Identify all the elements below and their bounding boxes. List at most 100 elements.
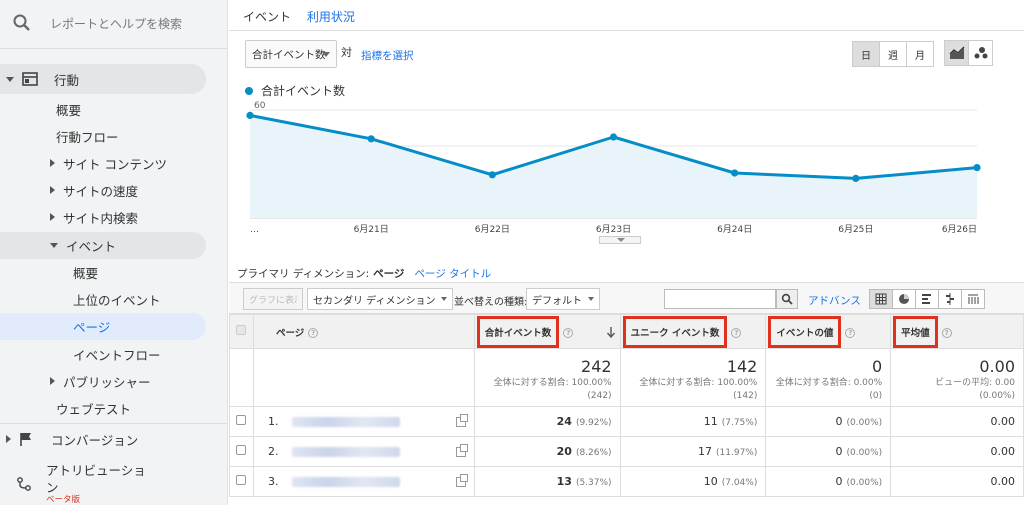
- total-abs: (142): [733, 391, 758, 401]
- motion-chart-button[interactable]: [968, 40, 993, 66]
- total-abs: (0.00%): [979, 391, 1015, 401]
- open-page-icon[interactable]: [455, 444, 468, 457]
- column-header-label: ユニーク イベント数: [630, 327, 720, 339]
- metric-select[interactable]: 合計イベント数: [245, 40, 337, 68]
- line-chart-button[interactable]: [944, 40, 969, 66]
- cell-percent: (8.26%): [575, 448, 612, 458]
- page-cell[interactable]: 3.: [252, 466, 475, 497]
- column-header-total-events[interactable]: 合計イベント数?: [473, 314, 621, 349]
- tab-usage[interactable]: 利用状況: [307, 10, 355, 24]
- row-checkbox[interactable]: [236, 475, 247, 485]
- sidebar-item-label: コンバージョン: [51, 432, 139, 448]
- metric-select-value: 合計イベント数: [252, 48, 326, 61]
- open-page-icon[interactable]: [455, 414, 468, 427]
- sidebar-item-top-events[interactable]: 上位のイベント: [0, 286, 161, 312]
- dimension-page-title-link[interactable]: ページ タイトル: [414, 266, 491, 281]
- table-row: 3. 13 (5.37%) 10 (7.04%) 0 (0.00%) 0.00: [229, 466, 1024, 497]
- line-chart-icon: [949, 46, 964, 59]
- sidebar-item-events-overview[interactable]: 概要: [0, 259, 98, 285]
- bubble-chart-icon: [974, 47, 987, 59]
- page-cell[interactable]: 1.: [252, 406, 475, 437]
- row-checkbox[interactable]: [236, 415, 247, 425]
- period-week-button[interactable]: 週: [879, 41, 907, 67]
- comparison-view-button[interactable]: [938, 289, 962, 309]
- expand-icon: [50, 213, 55, 221]
- help-icon[interactable]: ?: [845, 328, 856, 338]
- search-bar[interactable]: レポートとヘルプを検索: [0, 0, 227, 46]
- column-header-label: 合計イベント数: [484, 327, 552, 339]
- expand-icon: [6, 435, 11, 443]
- help-icon[interactable]: ?: [563, 328, 574, 338]
- row-checkbox-cell: [229, 466, 254, 497]
- unique-events-cell: 10 (7.04%): [619, 466, 767, 497]
- x-tick-label: 6月25日: [838, 224, 873, 235]
- plot-rows-button[interactable]: グラフに表示: [243, 288, 303, 310]
- pivot-view-button[interactable]: [961, 289, 985, 309]
- x-tick-label: …: [250, 225, 259, 235]
- collapse-icon: [6, 76, 14, 82]
- help-icon[interactable]: ?: [308, 328, 319, 338]
- sidebar-item-label: 概要: [73, 265, 99, 281]
- sidebar-item-overview[interactable]: 概要: [0, 96, 81, 122]
- secondary-dimension-select[interactable]: セカンダリ ディメンション: [307, 288, 454, 310]
- legend-label: 合計イベント数: [261, 84, 346, 98]
- select-metric-link[interactable]: 指標を選択: [361, 48, 414, 63]
- page-cell[interactable]: 2.: [252, 436, 475, 467]
- column-header-event-value[interactable]: イベントの値?: [765, 314, 892, 349]
- totals-cell: 0 全体に対する割合: 0.00% (0): [765, 348, 892, 407]
- select-all-checkbox[interactable]: [236, 325, 247, 335]
- sidebar-item-behavior[interactable]: 行動: [0, 64, 206, 94]
- open-page-icon[interactable]: [455, 474, 468, 487]
- total-value: 0.00: [979, 357, 1015, 376]
- totals-cell: 0.00 ビューの平均: 0.00 (0.00%): [890, 348, 1024, 407]
- chart-resize-handle[interactable]: [599, 236, 641, 244]
- period-day-button[interactable]: 日: [852, 41, 880, 67]
- cell-value: 10: [703, 475, 718, 488]
- total-value: 0: [871, 357, 883, 376]
- column-header-page[interactable]: ページ?: [252, 314, 475, 349]
- table-search-input[interactable]: [664, 289, 776, 309]
- tab-events[interactable]: イベント: [243, 10, 291, 24]
- column-header-avg-value[interactable]: 平均値?: [890, 314, 1024, 349]
- advanced-filter-link[interactable]: アドバンス: [808, 293, 861, 308]
- data-point: [609, 133, 618, 141]
- sidebar-item-label: サイト コンテンツ: [63, 156, 167, 172]
- series-area: [250, 115, 977, 218]
- y-tick-label: 60: [254, 101, 266, 111]
- highlight-box: 平均値: [893, 315, 938, 348]
- sidebar-item-site-search[interactable]: サイト内検索: [0, 204, 138, 230]
- sidebar-item-label: ページ: [73, 320, 111, 335]
- sidebar-item-label: パブリッシャー: [63, 374, 151, 390]
- sidebar-item-pages[interactable]: ページ: [0, 313, 206, 340]
- sort-type-select[interactable]: デフォルト: [526, 288, 600, 310]
- x-tick-label: 6月23日: [596, 224, 631, 235]
- x-tick-label: 6月24日: [717, 224, 752, 235]
- pie-view-button[interactable]: [892, 289, 916, 309]
- sidebar-item-conversions[interactable]: コンバージョン: [0, 426, 138, 452]
- primary-dimension-label: プライマリ ディメンション:: [237, 268, 370, 280]
- search-input[interactable]: レポートとヘルプを検索: [50, 15, 182, 32]
- performance-view-button[interactable]: [915, 289, 939, 309]
- expand-icon: [50, 377, 55, 385]
- sidebar-item-site-speed[interactable]: サイトの速度: [0, 177, 138, 203]
- column-header-unique-events[interactable]: ユニーク イベント数?: [619, 314, 767, 349]
- total-events-cell: 20 (8.26%): [473, 436, 621, 467]
- sidebar-item-attribution[interactable]: アトリビューショ ン ベータ版: [0, 458, 227, 505]
- sidebar-item-web-test[interactable]: ウェブテスト: [0, 395, 131, 421]
- sidebar-item-events[interactable]: イベント: [0, 232, 206, 259]
- period-month-button[interactable]: 月: [906, 41, 934, 67]
- cell-percent: (7.75%): [721, 418, 758, 428]
- help-icon[interactable]: ?: [941, 328, 952, 338]
- totals-row: 242 全体に対する割合: 100.00% (242) 142 全体に対する割合: 1…: [229, 348, 1024, 407]
- row-checkbox[interactable]: [236, 445, 247, 455]
- sidebar-item-behavior-flow[interactable]: 行動フロー: [0, 123, 119, 149]
- event-value-cell: 0 (0.00%): [765, 406, 892, 437]
- sidebar-item-publisher[interactable]: パブリッシャー: [0, 368, 151, 394]
- table-view-button[interactable]: [869, 289, 893, 309]
- cell-value: 0.00: [990, 415, 1016, 428]
- table-search-button[interactable]: [776, 289, 798, 309]
- total-share: ビューの平均: 0.00: [935, 378, 1015, 388]
- sidebar-item-site-content[interactable]: サイト コンテンツ: [0, 150, 167, 176]
- sidebar-item-event-flow[interactable]: イベントフロー: [0, 341, 161, 367]
- help-icon[interactable]: ?: [731, 328, 742, 338]
